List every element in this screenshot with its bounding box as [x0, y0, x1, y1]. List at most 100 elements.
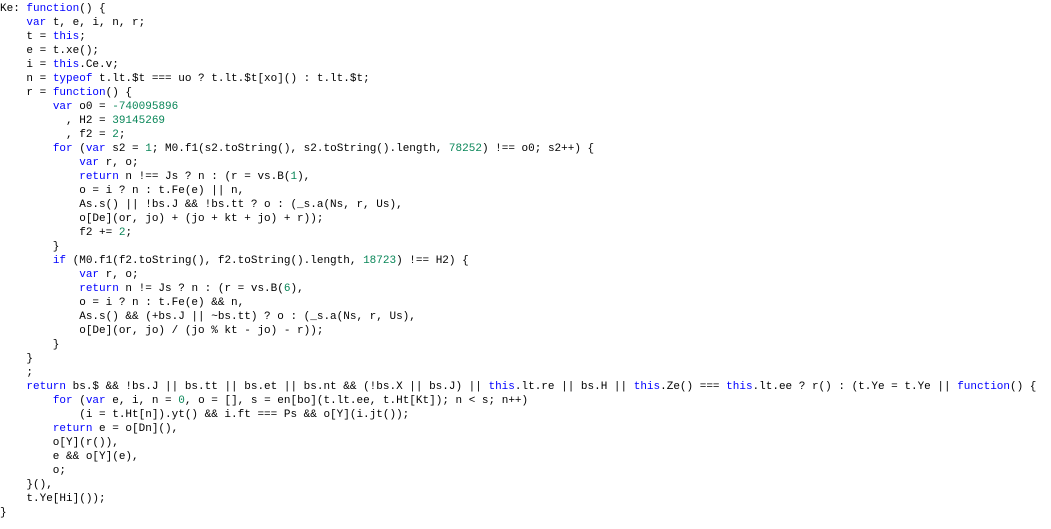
code-line: o;	[0, 465, 66, 477]
code-line: , H2 = 39145269	[0, 115, 165, 127]
token-op: (	[73, 395, 86, 407]
code-line: , f2 = 2;	[0, 129, 125, 141]
code-line: }	[0, 353, 33, 365]
token-op: (	[73, 143, 86, 155]
token-op: ;	[125, 227, 132, 239]
code-line: t = this;	[0, 31, 86, 43]
token-kw: return	[26, 381, 66, 393]
token-op	[0, 269, 79, 281]
token-op: .Ze() ===	[660, 381, 726, 393]
token-op: o[De](or, jo) / (jo % kt - jo) - r));	[0, 325, 323, 337]
token-kw: typeof	[53, 73, 93, 85]
token-kw: var	[79, 269, 99, 281]
code-line: n = typeof t.lt.$t === uo ? t.lt.$t[xo](…	[0, 73, 370, 85]
token-kw: this	[488, 381, 514, 393]
token-op	[0, 17, 26, 29]
token-kw: var	[26, 17, 46, 29]
token-kw: this	[53, 31, 79, 43]
token-op: ;	[119, 129, 126, 141]
token-op: r =	[0, 87, 53, 99]
code-line: i = this.Ce.v;	[0, 59, 119, 71]
code-line: if (M0.f1(f2.toString(), f2.toString().l…	[0, 255, 469, 267]
token-id: Ke:	[0, 3, 26, 15]
token-kw: for	[53, 143, 73, 155]
code-line: e = t.xe();	[0, 45, 99, 57]
token-op: ),	[290, 283, 303, 295]
token-op: n =	[0, 73, 53, 85]
token-op: ;	[79, 31, 86, 43]
token-kw: for	[53, 395, 73, 407]
code-line: r = function() {	[0, 87, 132, 99]
code-line: o = i ? n : t.Fe(e) || n,	[0, 185, 244, 197]
token-op: t.lt.$t === uo ? t.lt.$t[xo]() : t.lt.$t…	[92, 73, 369, 85]
token-op: i =	[0, 59, 53, 71]
token-op: (M0.f1(f2.toString(), f2.toString().leng…	[66, 255, 363, 267]
code-line: }	[0, 507, 7, 519]
token-op: t.Ye[Hi]());	[0, 493, 106, 505]
token-op: t =	[0, 31, 53, 43]
token-op: () {	[106, 87, 132, 99]
token-kw: var	[79, 157, 99, 169]
token-op: o = i ? n : t.Fe(e) && n,	[0, 297, 244, 309]
token-op: e && o[Y](e),	[0, 451, 139, 463]
code-line: for (var s2 = 1; M0.f1(s2.toString(), s2…	[0, 143, 594, 155]
token-op: n != Js ? n : (r = vs.B(	[119, 283, 284, 295]
token-op: o;	[0, 465, 66, 477]
token-op	[0, 143, 53, 155]
token-kw: return	[79, 283, 119, 295]
code-line: }(),	[0, 479, 53, 491]
code-line: var t, e, i, n, r;	[0, 17, 145, 29]
token-op: r, o;	[99, 157, 139, 169]
token-kw: function	[957, 381, 1010, 393]
token-num: 1	[145, 143, 152, 155]
code-line: return e = o[Dn](),	[0, 423, 178, 435]
token-op: ) !== H2) {	[396, 255, 469, 267]
token-op: e = t.xe();	[0, 45, 99, 57]
token-op: o0 =	[73, 101, 113, 113]
code-listing: Ke: function() { var t, e, i, n, r; t = …	[0, 0, 1051, 520]
token-op	[0, 255, 53, 267]
code-line: o[De](or, jo) / (jo % kt - jo) - r));	[0, 325, 323, 337]
token-op: }(),	[0, 479, 53, 491]
token-num: 39145269	[112, 115, 165, 127]
token-op: }	[0, 353, 33, 365]
token-op: n !== Js ? n : (r = vs.B(	[119, 171, 291, 183]
token-op: bs.$ && !bs.J || bs.tt || bs.et || bs.nt…	[66, 381, 488, 393]
code-line: o = i ? n : t.Fe(e) && n,	[0, 297, 244, 309]
token-op: }	[0, 241, 59, 253]
token-op: , H2 =	[0, 115, 112, 127]
code-line: return n !== Js ? n : (r = vs.B(1),	[0, 171, 310, 183]
code-line: As.s() && (+bs.J || ~bs.tt) ? o : (_s.a(…	[0, 311, 416, 323]
code-line: var r, o;	[0, 157, 139, 169]
token-op: }	[0, 507, 7, 519]
token-op: f2 +=	[0, 227, 119, 239]
token-kw: this	[634, 381, 660, 393]
code-line: }	[0, 339, 59, 351]
token-op	[0, 283, 79, 295]
token-kw: var	[86, 143, 106, 155]
token-num: 18723	[363, 255, 396, 267]
token-op: o[Y](r()),	[0, 437, 119, 449]
token-op: () {	[79, 3, 105, 15]
code-line: ;	[0, 367, 33, 379]
code-line: o[De](or, jo) + (jo + kt + jo) + r));	[0, 213, 323, 225]
token-op: o = i ? n : t.Fe(e) || n,	[0, 185, 244, 197]
code-line: var o0 = -740095896	[0, 101, 178, 113]
code-line: e && o[Y](e),	[0, 451, 139, 463]
token-op	[0, 171, 79, 183]
code-line: f2 += 2;	[0, 227, 132, 239]
token-op: r, o;	[99, 269, 139, 281]
token-op: ; M0.f1(s2.toString(), s2.toString().len…	[152, 143, 449, 155]
token-kw: return	[79, 171, 119, 183]
token-op: (i = t.Ht[n]).yt() && i.ft === Ps && o[Y…	[0, 409, 409, 421]
code-line: return bs.$ && !bs.J || bs.tt || bs.et |…	[0, 381, 1036, 393]
code-line: As.s() || !bs.J && !bs.tt ? o : (_s.a(Ns…	[0, 199, 403, 211]
token-kw: function	[53, 87, 106, 99]
code-line: (i = t.Ht[n]).yt() && i.ft === Ps && o[Y…	[0, 409, 409, 421]
token-op: ),	[297, 171, 310, 183]
token-op: .Ce.v;	[79, 59, 119, 71]
token-op: ) !== o0; s2++) {	[482, 143, 594, 155]
token-op: () {	[1010, 381, 1036, 393]
token-op	[0, 395, 53, 407]
token-op	[0, 157, 79, 169]
